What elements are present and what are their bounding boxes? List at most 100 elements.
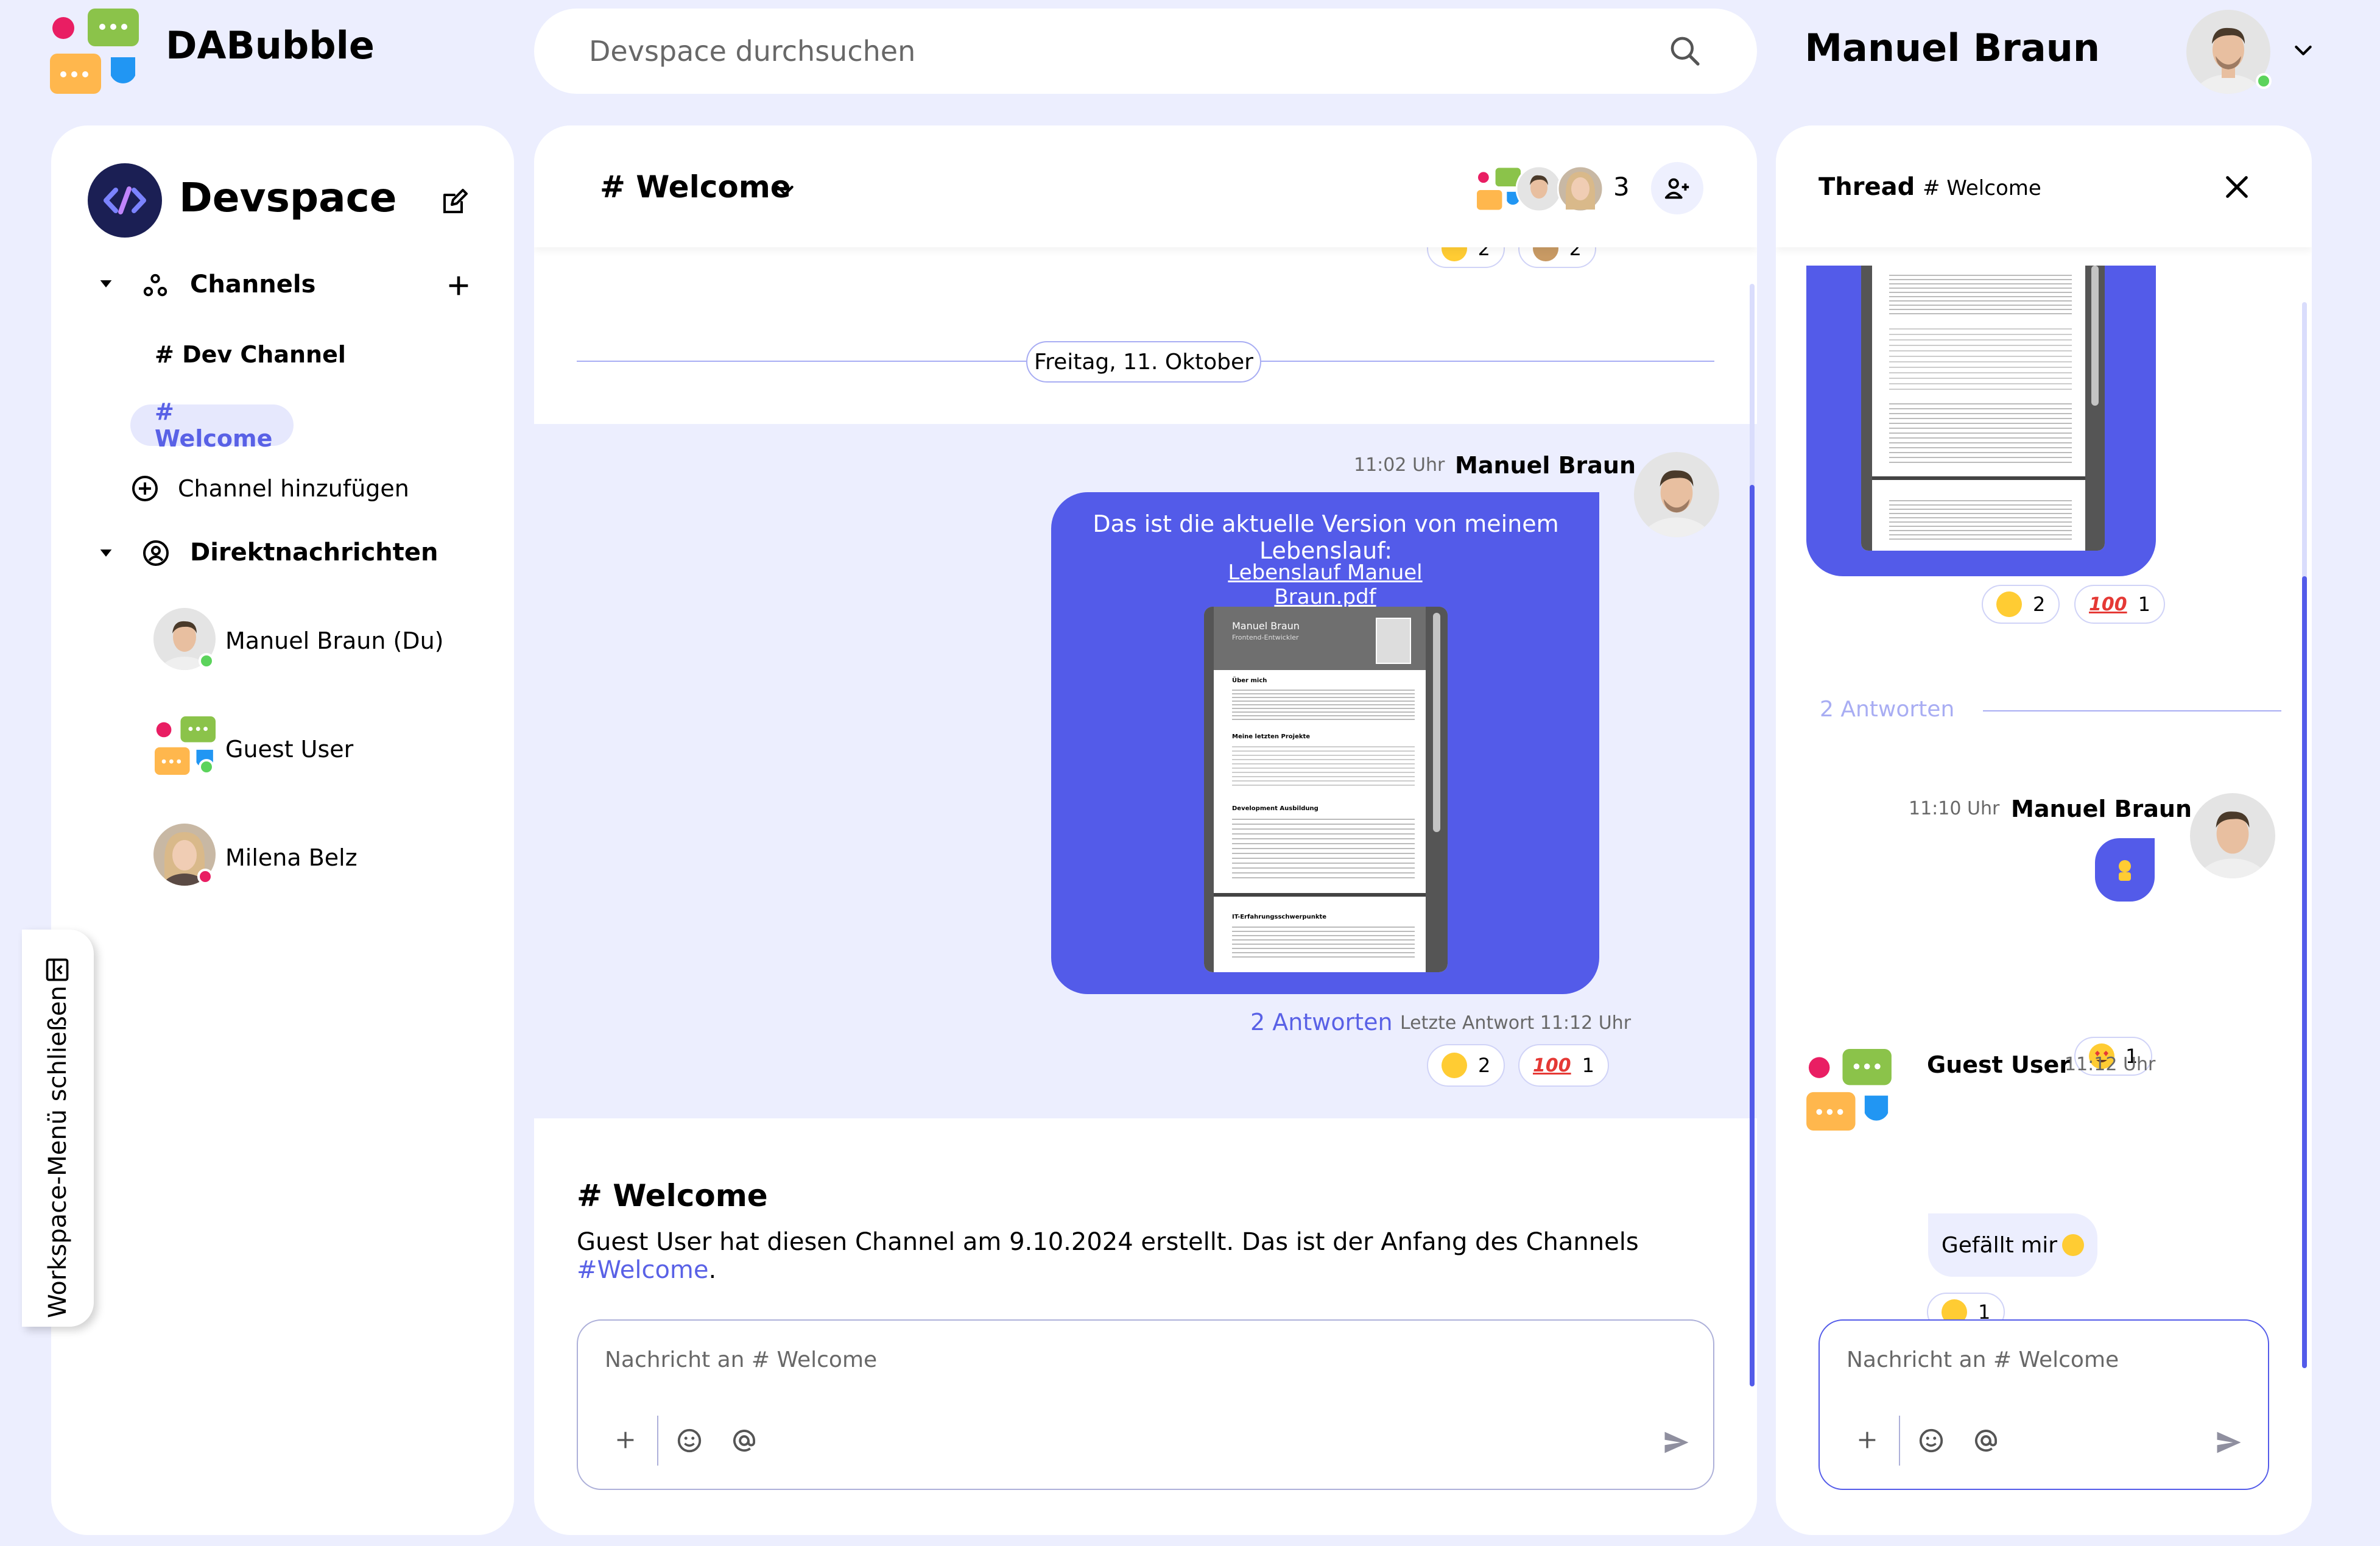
channel-panel: 2 2 # Welcome 3 Freitag, 11. Oktober 11:… xyxy=(534,125,1757,1535)
emoji-icon[interactable] xyxy=(1917,1427,1945,1455)
reply-author[interactable]: Manuel Braun xyxy=(2011,796,2192,822)
channels-label[interactable]: Channels xyxy=(190,270,315,298)
workspace-menu-toggle[interactable]: Workspace-Menü schließen xyxy=(22,930,94,1327)
app-title: DABubble xyxy=(166,23,375,68)
close-icon[interactable] xyxy=(2223,173,2251,201)
add-channel-icon[interactable] xyxy=(445,272,473,300)
scrollbar-thumb[interactable] xyxy=(2302,576,2307,1368)
replies-link[interactable]: 2 Antworten xyxy=(1250,1009,1393,1036)
dm-item-manuel[interactable] xyxy=(153,608,216,672)
guest-avatar[interactable] xyxy=(1806,1049,1892,1131)
thread-divider xyxy=(1983,710,2281,711)
message-input[interactable]: Nachricht an # Welcome xyxy=(577,1319,1714,1490)
scrollbar-thumb[interactable] xyxy=(1750,485,1755,1386)
channels-icon xyxy=(143,274,167,297)
person-emoji-icon xyxy=(2119,860,2131,881)
reply-bubble xyxy=(2095,838,2155,902)
plus-icon[interactable] xyxy=(613,1428,638,1452)
pdf-section: Meine letzten Projekte xyxy=(1232,733,1311,740)
online-dot xyxy=(199,759,214,775)
dm-name[interactable]: Manuel Braun (Du) xyxy=(225,627,443,654)
thread-replies-count: 2 Antworten xyxy=(1820,697,1955,722)
pdf-name: Manuel Braun xyxy=(1232,620,1300,632)
member-avatar-manuel[interactable] xyxy=(1516,166,1562,212)
reply-time: 11:10 Uhr xyxy=(1909,798,2000,819)
reply-author[interactable]: Guest User xyxy=(1927,1051,2071,1078)
send-icon[interactable] xyxy=(1661,1427,1692,1458)
pdf-section: IT-Erfahrungsschwerpunkte xyxy=(1232,914,1327,920)
sidebar-item-dev-channel[interactable]: # Dev Channel xyxy=(155,341,346,368)
account-circle-icon xyxy=(143,540,169,566)
pdf-preview[interactable]: Manuel Braun Frontend-Entwickler Über mi… xyxy=(1204,607,1448,972)
dm-name[interactable]: Milena Belz xyxy=(225,844,357,871)
thread-title-channel: # Welcome xyxy=(1922,176,2041,200)
channel-intro-text: Guest User hat diesen Channel am 9.10.20… xyxy=(577,1228,1757,1284)
devspace-icon xyxy=(104,186,146,214)
chevron-down-icon[interactable] xyxy=(773,178,797,202)
reply-avatar[interactable] xyxy=(2190,793,2275,878)
thread-panel: Thread # Welcome 2 100 1 2 Antworten 11:… xyxy=(1776,125,2312,1535)
reaction-chip[interactable]: 100 1 xyxy=(2074,585,2165,624)
mention-icon[interactable] xyxy=(1972,1427,2000,1455)
reaction-count: 1 xyxy=(2138,593,2150,616)
hundred-emoji-icon: 100 xyxy=(1533,1054,1571,1076)
online-dot xyxy=(199,653,214,669)
reaction-chip[interactable]: 100 1 xyxy=(1518,1044,1609,1087)
plus-icon[interactable] xyxy=(1855,1428,1879,1452)
date-separator: Freitag, 11. Oktober xyxy=(1026,341,1261,383)
thread-message-input[interactable]: Nachricht an # Welcome xyxy=(1818,1319,2269,1490)
message-avatar[interactable] xyxy=(1634,452,1719,537)
pdf-section: Development Ausbildung xyxy=(1232,805,1319,812)
member-avatar-guest[interactable] xyxy=(1477,167,1521,211)
dm-label[interactable]: Direktnachrichten xyxy=(190,538,438,567)
member-count[interactable]: 3 xyxy=(1613,172,1630,202)
offline-dot xyxy=(197,869,213,884)
edit-icon[interactable] xyxy=(440,188,469,217)
smile-emoji-icon xyxy=(1442,1053,1467,1078)
input-placeholder: Nachricht an # Welcome xyxy=(1847,1347,2119,1372)
dabubble-logo xyxy=(50,9,139,94)
search-placeholder: Devspace durchsuchen xyxy=(589,35,916,68)
message-time: 11:02 Uhr xyxy=(1354,454,1445,476)
thread-pdf-preview[interactable] xyxy=(1861,266,2105,551)
pdf-section: Über mich xyxy=(1232,677,1267,684)
message-author[interactable]: Manuel Braun xyxy=(1455,452,1636,479)
sidebar-panel xyxy=(51,125,514,1535)
message-text: Das ist die aktuelle Version von meinem … xyxy=(1093,510,1559,564)
reply-bubble: Gefällt mir xyxy=(1928,1213,2097,1277)
header-online-dot xyxy=(2256,73,2272,89)
mention-icon[interactable] xyxy=(730,1427,758,1455)
input-placeholder: Nachricht an # Welcome xyxy=(605,1347,878,1372)
channel-title[interactable]: # Welcome xyxy=(600,169,791,205)
reply-time: 11:12 Uhr xyxy=(2065,1054,2156,1075)
add-member-button[interactable] xyxy=(1651,162,1703,214)
hundred-emoji-icon: 100 xyxy=(2089,593,2127,615)
channel-intro-title: # Welcome xyxy=(577,1178,768,1213)
attachment-link[interactable]: Lebenslauf Manuel Braun.pdf xyxy=(1195,560,1455,609)
sidebar-item-welcome[interactable]: # Welcome xyxy=(130,398,294,452)
send-icon[interactable] xyxy=(2213,1427,2245,1458)
dm-name[interactable]: Guest User xyxy=(225,736,353,763)
member-avatar-milena[interactable] xyxy=(1557,166,1604,212)
intro-text: Guest User hat diesen Channel am 9.10.20… xyxy=(577,1228,1639,1256)
reaction-chip[interactable]: 2 xyxy=(1427,1044,1505,1087)
add-circle-icon[interactable] xyxy=(130,474,160,503)
reaction-count: 2 xyxy=(2033,593,2046,616)
intro-end: . xyxy=(708,1256,717,1284)
add-channel-label[interactable]: Channel hinzufügen xyxy=(178,475,409,502)
search-bar[interactable]: Devspace durchsuchen xyxy=(534,9,1757,94)
workspace-toggle-label: Workspace-Menü schließen xyxy=(44,986,72,1318)
emoji-icon[interactable] xyxy=(675,1427,703,1455)
thread-title: Thread # Welcome xyxy=(1818,173,2041,201)
header-user-name[interactable]: Manuel Braun xyxy=(1804,26,2100,70)
thread-title-bold: Thread xyxy=(1818,173,1915,201)
smile-emoji-icon xyxy=(1996,591,2022,617)
search-icon[interactable] xyxy=(1668,34,1702,68)
caret-down-icon[interactable] xyxy=(97,275,114,292)
workspace-title: Devspace xyxy=(179,174,397,221)
reaction-chip[interactable]: 2 xyxy=(1982,585,2060,624)
caret-down-icon[interactable] xyxy=(97,545,114,562)
reply-text: Gefällt mir xyxy=(1941,1232,2058,1258)
chevron-down-icon[interactable] xyxy=(2291,38,2315,62)
intro-channel-link[interactable]: #Welcome xyxy=(577,1256,708,1284)
